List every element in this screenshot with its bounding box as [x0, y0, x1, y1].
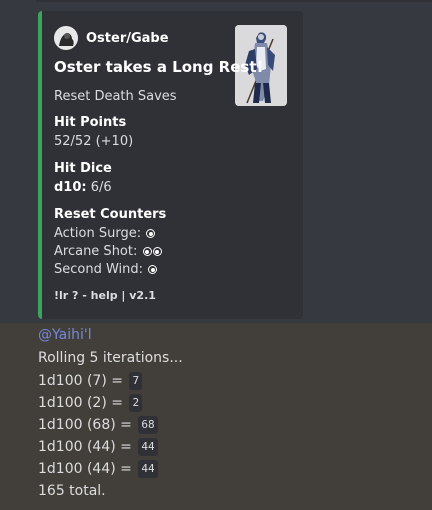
divider	[36, 0, 432, 2]
roll-total: 165 total.	[38, 483, 106, 499]
filled-pip-icon	[142, 247, 152, 256]
roll-expression: 1d100 (44) =	[38, 461, 132, 477]
roll-expression: 1d100 (68) =	[38, 417, 132, 433]
counter-label: Arcane Shot:	[54, 244, 138, 259]
author-name[interactable]: Oster/Gabe	[86, 31, 169, 46]
roll-expression: 1d100 (2) =	[38, 395, 123, 411]
user-mention[interactable]: @Yaihi'l	[38, 327, 92, 343]
roll-line: 1d100 (2) = 2	[38, 393, 143, 413]
roll-line: 1d100 (7) = 7	[38, 371, 143, 391]
counter-label: Action Surge:	[54, 226, 142, 241]
counter-label: Second Wind:	[54, 262, 144, 277]
roll-result: 7	[129, 372, 143, 390]
roll-expression: 1d100 (44) =	[38, 439, 132, 455]
field-name-reset-counters: Reset Counters	[54, 207, 167, 222]
roll-line: 1d100 (68) = 68	[38, 415, 158, 435]
roll-expression: 1d100 (7) =	[38, 373, 123, 389]
field-name-hit-points: Hit Points	[54, 115, 127, 130]
embed-description: Reset Death Saves	[54, 89, 177, 104]
counter-second-wind: Second Wind:	[54, 261, 158, 279]
roll-message: @Yaihi'l Rolling 5 iterations... 1d100 (…	[0, 323, 432, 510]
roll-line: 1d100 (44) = 44	[38, 437, 158, 457]
roll-result: 44	[138, 460, 158, 478]
field-name-hit-dice: Hit Dice	[54, 161, 112, 176]
hit-dice-count: 6/6	[90, 180, 112, 195]
counter-action-surge: Action Surge:	[54, 225, 156, 243]
embed-accent-bar	[38, 11, 42, 319]
embed-card: Oster/Gabe Oster takes a Long Rest! Rese…	[38, 11, 303, 319]
embed-message-area: Oster/Gabe Oster takes a Long Rest! Rese…	[0, 0, 432, 323]
roll-result: 2	[129, 394, 143, 412]
roll-result: 68	[138, 416, 158, 434]
character-portrait-icon	[54, 26, 78, 50]
counter-arcane-shot: Arcane Shot:	[54, 243, 162, 261]
author-avatar[interactable]	[54, 26, 78, 50]
embed-author: Oster/Gabe	[54, 26, 169, 50]
filled-pip-icon	[148, 265, 158, 274]
roll-result: 44	[138, 438, 158, 456]
field-value-hit-points: 52/52 (+10)	[54, 134, 134, 149]
field-value-hit-dice: d10: 6/6	[54, 179, 112, 197]
roll-line: 1d100 (44) = 44	[38, 459, 158, 479]
embed-title: Oster takes a Long Rest!	[54, 58, 264, 76]
hit-dice-type: d10:	[54, 180, 87, 195]
roll-intro: Rolling 5 iterations...	[38, 350, 183, 366]
filled-pip-icon	[152, 247, 162, 256]
embed-footer: !lr ? - help | v2.1	[54, 289, 156, 302]
filled-pip-icon	[146, 229, 156, 238]
